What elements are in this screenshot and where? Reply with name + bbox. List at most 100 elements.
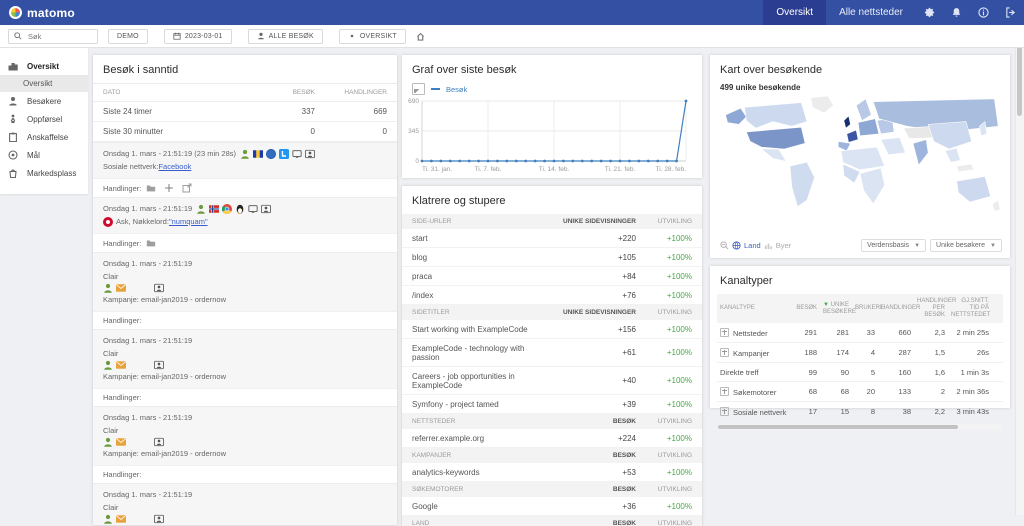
sidebar-item-markedsplass[interactable]: Markedsplass	[0, 164, 88, 182]
site-search-box[interactable]	[8, 29, 98, 44]
sidebar-item-mål[interactable]: Mål	[0, 146, 88, 164]
visit-datetime: Onsdag 1. mars - 21:51:19	[103, 411, 192, 424]
visit-datetime-line: Onsdag 1. mars - 21:51:19	[103, 257, 387, 270]
visit-referrer-text: Kampanje: email-jan2019 - ordernow	[103, 370, 226, 383]
channel-metric-cell: 133	[878, 382, 914, 402]
movers-row[interactable]: ExampleCode - technology with passion+61…	[402, 339, 702, 367]
topnav-link-all-websites[interactable]: Alle nettsteder	[826, 0, 916, 25]
realtime-summary-row[interactable]: Siste 24 timer337669	[93, 102, 397, 122]
visit-entry: Onsdag 1. mars - 21:51:19ClairKampanje: …	[93, 252, 397, 329]
channels-col-brukere[interactable]: BRUKERE	[852, 294, 878, 323]
channel-metric-cell	[992, 402, 1003, 422]
map-visitor-counter: 499 unike besøkende	[710, 83, 1010, 92]
expand-row-icon[interactable]	[720, 328, 729, 337]
left-sidebar: OversiktOversiktBesøkereOppførselAnskaff…	[0, 47, 88, 194]
channels-row[interactable]: Kampanjer18817442871,526s	[717, 343, 1003, 363]
folder-icon[interactable]	[146, 183, 156, 193]
expand-row-icon[interactable]	[720, 387, 729, 396]
segment-selector-button[interactable]: ALLE BESØK	[248, 29, 323, 44]
external-icon[interactable]	[182, 183, 192, 193]
channels-horizontal-scrollbar[interactable]	[717, 424, 1003, 430]
transition-icon[interactable]	[164, 183, 174, 193]
movers-row[interactable]: Google+36+100%	[402, 497, 702, 516]
summary-actions-value: 0	[325, 122, 397, 142]
site-selector-button[interactable]: DEMO	[108, 29, 148, 44]
channels-row[interactable]: Direkte treff999051601,61 min 3s	[717, 363, 1003, 382]
logout-button[interactable]	[997, 0, 1024, 25]
sidebar-item-oversikt[interactable]: Oversikt	[0, 57, 88, 75]
movers-row-value: +84	[540, 272, 636, 281]
map-mode-cities[interactable]: Byer	[776, 241, 791, 250]
expand-row-icon[interactable]	[720, 348, 729, 357]
scrollbar-thumb[interactable]	[718, 425, 958, 429]
realtime-summary-row[interactable]: Siste 30 minutter00	[93, 122, 397, 142]
expand-row-icon[interactable]	[720, 407, 729, 416]
movers-section-header: SØKEMOTORERBESØKUTVIKLING	[402, 482, 702, 497]
channels-row[interactable]: Søkemotorer68682013322 min 36s	[717, 382, 1003, 402]
sidebar-item-oppførsel[interactable]: Oppførsel	[0, 110, 88, 128]
visit-actions-row: Handlinger:	[93, 233, 397, 252]
date-range-button[interactable]: 2023-03-01	[164, 29, 232, 44]
map-region-south-africa	[860, 168, 885, 204]
visitor-icon	[103, 360, 113, 370]
map-region-china	[928, 122, 972, 149]
visit-info: Onsdag 1. mars - 21:51:19ClairKampanje: …	[93, 406, 397, 465]
channels-col-bes-k[interactable]: BESØK	[792, 294, 820, 323]
map-region-central-europe	[858, 119, 879, 136]
movers-row[interactable]: Careers - job opportunities in ExampleCo…	[402, 367, 702, 395]
sidebar-item-besøkere[interactable]: Besøkere	[0, 92, 88, 110]
channels-col-unike-bes-kere[interactable]: ▼ UNIKE BESØKERE	[820, 294, 852, 323]
movers-section-header: SIDE-URLERUNIKE SIDEVISNINGERUTVIKLING	[402, 214, 702, 229]
movers-metric-header: UNIKE SIDEVISNINGER	[540, 309, 636, 316]
map-metric-select[interactable]: Unike besøkere ▼	[930, 239, 1002, 252]
channel-metric-cell: 5	[852, 363, 878, 382]
home-shortcut[interactable]	[416, 32, 425, 41]
movers-row[interactable]: Start working with ExampleCode+156+100%	[402, 320, 702, 339]
sidebar-item-anskaffelse[interactable]: Anskaffelse	[0, 128, 88, 146]
movers-dimension-header: NETTSTEDER	[412, 418, 540, 425]
channels-col-kanaltype[interactable]: KANALTYPE	[717, 294, 792, 323]
export-image-icon[interactable]	[412, 83, 425, 95]
category-selector-button[interactable]: OVERSIKT	[339, 29, 406, 44]
visit-referrer-link[interactable]: Facebook	[158, 160, 191, 173]
visitor-name: Clair	[103, 501, 387, 514]
channels-col-spre[interactable]: SPRE	[992, 294, 1003, 323]
segment-person-icon	[257, 32, 265, 40]
matomo-brand[interactable]: matomo	[0, 6, 75, 20]
sidebar-subitem-oversikt[interactable]: Oversikt	[0, 75, 88, 92]
movers-row[interactable]: analytics-keywords+53+100%	[402, 463, 702, 482]
visits-line-chart[interactable]: 0345690Ti. 31. jan.Ti. 7. feb.Ti. 14. fe…	[402, 95, 702, 188]
settings-button[interactable]	[916, 0, 943, 25]
movers-row[interactable]: praca+84+100%	[402, 267, 702, 286]
zoom-out-icon[interactable]	[720, 241, 729, 250]
channels-row[interactable]: Nettsteder291281336602,32 min 25s	[717, 323, 1003, 343]
movers-row[interactable]: Symfony - project tamed+39+100%	[402, 395, 702, 414]
visit-entry: Onsdag 1. mars - 21:51:19ClairKampanje: …	[93, 483, 397, 525]
page-vertical-scrollbar[interactable]	[1015, 0, 1024, 515]
movers-row-change: +100%	[636, 376, 692, 385]
movers-row-change: +100%	[636, 400, 692, 409]
movers-row[interactable]: blog+105+100%	[402, 248, 702, 267]
visit-referrer-link[interactable]: "numquam"	[169, 215, 208, 228]
search-input[interactable]	[26, 31, 92, 42]
notifications-button[interactable]	[943, 0, 970, 25]
movers-row[interactable]: start+220+100%	[402, 229, 702, 248]
map-region-select[interactable]: Verdensbasis ▼	[861, 239, 926, 252]
movers-row[interactable]: referrer.example.org+224+100%	[402, 429, 702, 448]
world-map[interactable]	[718, 94, 1002, 227]
movers-row[interactable]: /index+76+100%	[402, 286, 702, 305]
visit-actions-row: Handlinger:	[93, 388, 397, 406]
topnav-right: Oversikt Alle nettsteder	[763, 0, 1024, 25]
movers-metric-header: BESØK	[540, 418, 636, 425]
channel-type-cell: Nettsteder	[717, 323, 792, 343]
channel-type-cell: Kampanjer	[717, 343, 792, 363]
help-button[interactable]	[970, 0, 997, 25]
channels-row[interactable]: Sosiale nettverk17158382,23 min 43s	[717, 402, 1003, 422]
topnav-link-overview[interactable]: Oversikt	[763, 0, 826, 25]
map-mode-countries[interactable]: Land	[744, 241, 761, 250]
folder-icon[interactable]	[146, 238, 156, 248]
actions-label: Handlinger:	[103, 470, 141, 479]
channels-col-handlinger[interactable]: HANDLINGER	[878, 294, 914, 323]
map-region-scandinavia	[856, 99, 871, 121]
channel-metric-cell: 3 min 43s	[948, 402, 992, 422]
